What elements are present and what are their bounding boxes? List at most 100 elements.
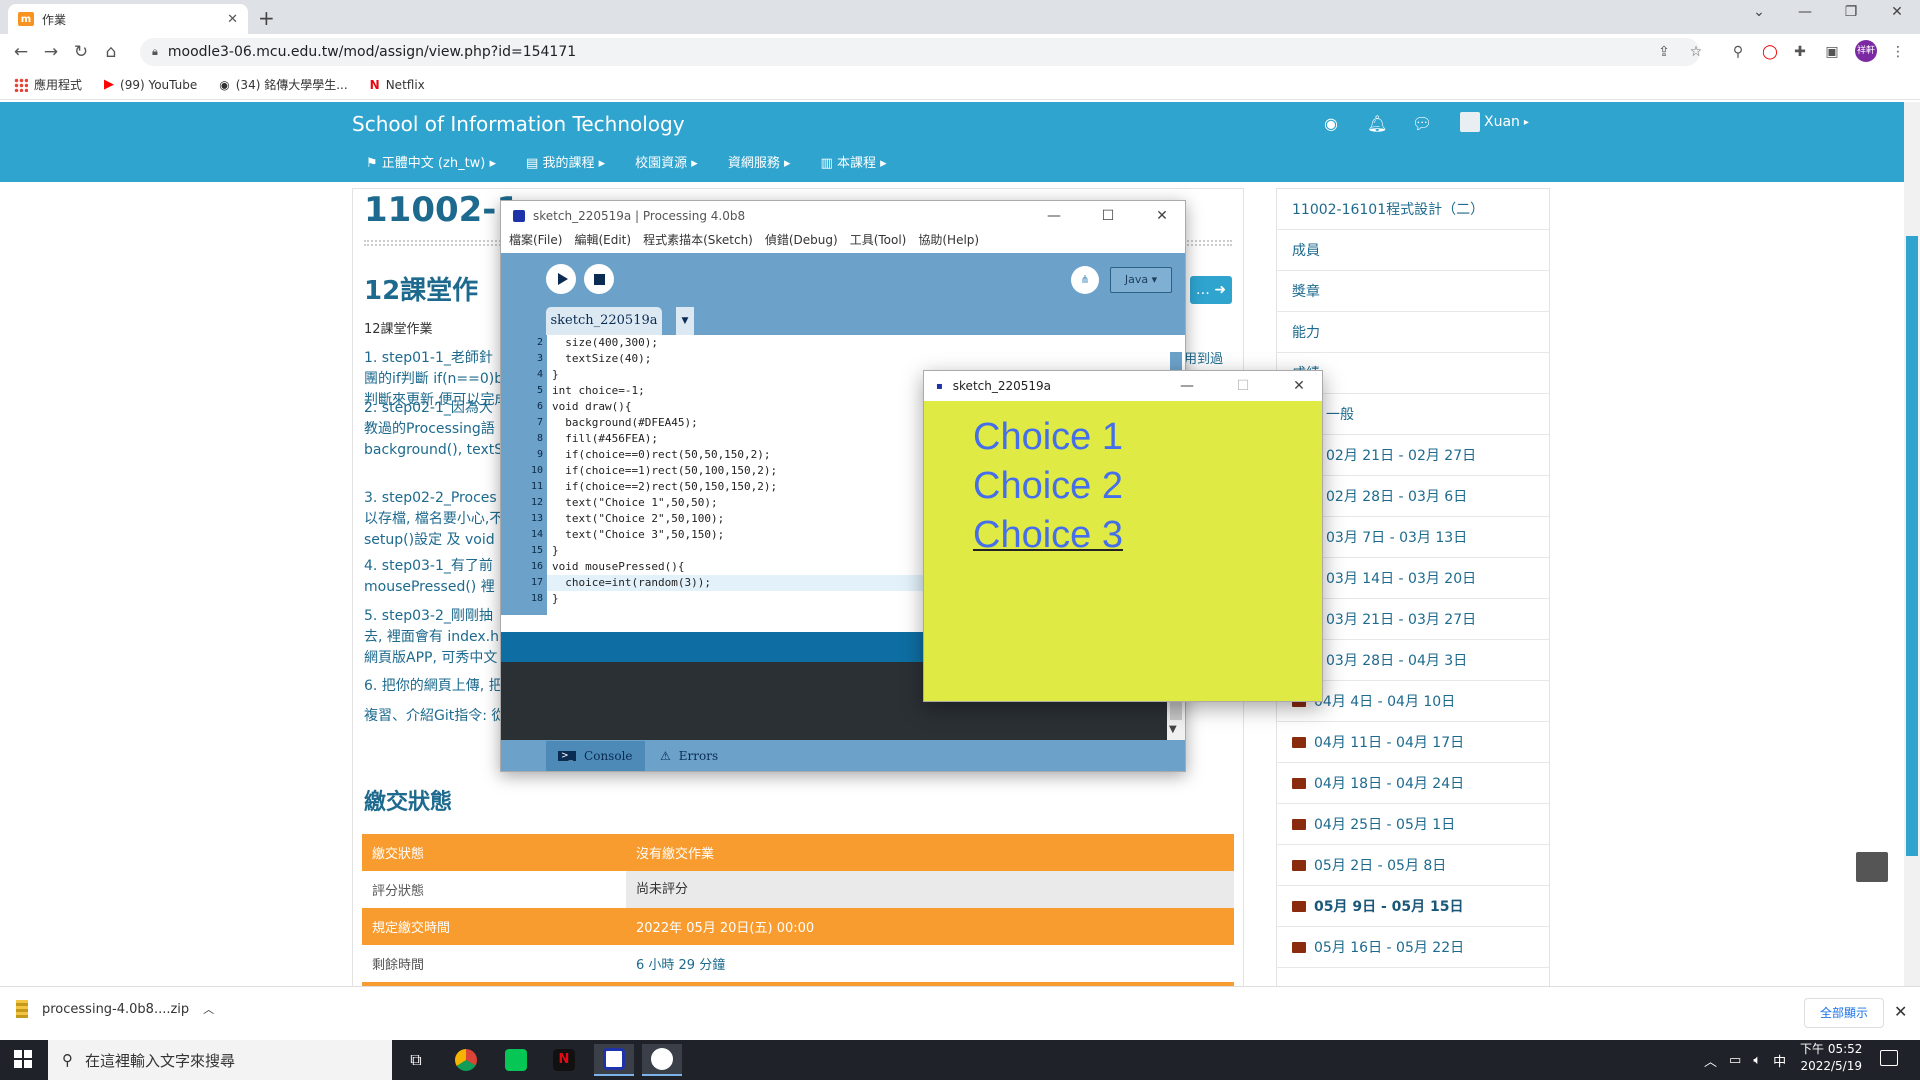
code-line[interactable]: if(choice==2)rect(50,150,150,2); [552, 479, 777, 495]
menu-language[interactable]: ⚑ 正體中文 (zh_tw) ▸ [366, 152, 496, 171]
tray-chevron-icon[interactable]: ︿ [1704, 1051, 1717, 1070]
run-button[interactable] [546, 264, 576, 294]
menu-file[interactable]: 檔案(File) [509, 231, 562, 253]
maximize-icon[interactable]: ☐ [1220, 378, 1266, 394]
sidebar-item[interactable]: 05月 16日 - 05月 22日 [1276, 927, 1550, 968]
bookmark-star-icon[interactable]: ☆ [1684, 40, 1708, 64]
taskbar-search[interactable]: ⚲ 在這裡輸入文字來搜尋 [48, 1040, 392, 1080]
processing-taskbar-icon[interactable] [594, 1044, 634, 1076]
code-line[interactable]: size(400,300); [552, 335, 658, 351]
close-icon[interactable]: ✕ [1894, 1002, 1907, 1021]
code-line[interactable]: void mousePressed(){ [552, 559, 684, 575]
code-line[interactable]: textSize(40); [552, 351, 651, 367]
code-line[interactable]: fill(#456FEA); [552, 431, 658, 447]
notification-icon[interactable] [1880, 1050, 1898, 1066]
chevron-up-icon[interactable]: ︿ [203, 1001, 214, 1017]
windows-start-icon[interactable] [14, 1050, 32, 1068]
minimize-icon[interactable]: — [1164, 378, 1210, 394]
extension-icon[interactable]: ⚲ [1726, 40, 1750, 64]
sketch-taskbar-icon[interactable] [642, 1044, 682, 1076]
line-icon[interactable] [496, 1044, 536, 1076]
bookmark-apps[interactable]: 應用程式 [14, 76, 82, 93]
scroll-down-icon[interactable]: ▼ [1169, 724, 1177, 735]
volume-icon[interactable]: 🔈︎ [1753, 1053, 1761, 1068]
sidebar-item[interactable]: 04月 11日 - 04月 17日 [1276, 722, 1550, 763]
target-icon[interactable]: ◉ [1324, 114, 1338, 133]
minimize-icon[interactable]: — [1031, 208, 1077, 224]
new-tab-icon[interactable]: + [258, 6, 275, 30]
menu-tool[interactable]: 工具(Tool) [850, 231, 907, 253]
back-icon[interactable]: ← [6, 42, 36, 62]
download-item[interactable]: processing-4.0b8....zip ︿ [16, 1000, 214, 1018]
code-line[interactable]: } [552, 591, 559, 607]
page-scrollbar-thumb[interactable] [1906, 236, 1918, 856]
bookmark-mcu[interactable]: ◉ (34) 銘傳大學學生... [219, 76, 347, 93]
show-all-button[interactable]: 全部顯示 [1804, 998, 1884, 1028]
menu-edit[interactable]: 編輯(Edit) [574, 231, 631, 253]
sidepanel-icon[interactable]: ▣ [1820, 40, 1844, 64]
console-tab[interactable]: >_ Console [546, 741, 645, 771]
tab-search-icon[interactable]: ⌄ [1736, 4, 1782, 20]
sidebar-item[interactable]: 05月 9日 - 05月 15日 [1276, 886, 1550, 927]
code-line[interactable]: text("Choice 1",50,50); [552, 495, 717, 511]
code-line[interactable]: void draw(){ [552, 399, 631, 415]
ime-indicator[interactable]: 中 [1773, 1051, 1786, 1070]
code-line[interactable]: text("Choice 3",50,150); [552, 527, 724, 543]
code-line[interactable]: if(choice==1)rect(50,100,150,2); [552, 463, 777, 479]
code-line[interactable]: choice=int(random(3)); [552, 575, 711, 591]
tab-close-icon[interactable]: ✕ [227, 12, 238, 27]
minimize-icon[interactable]: — [1782, 4, 1828, 20]
bookmark-youtube[interactable]: ▶ (99) YouTube [104, 77, 197, 92]
sidebar-item[interactable]: 成員 [1276, 230, 1550, 271]
sidebar-item[interactable]: 11002-16101程式設計（二） [1276, 189, 1550, 230]
console-scrollbar-thumb[interactable] [1170, 700, 1182, 720]
tab-menu-icon[interactable]: ▼ [676, 307, 694, 335]
code-line[interactable]: background(#DFEA45); [552, 415, 697, 431]
bookmark-netflix[interactable]: N Netflix [370, 78, 425, 92]
site-name[interactable]: School of Information Technology [352, 112, 685, 136]
mode-selector[interactable]: Java ▾ [1110, 267, 1172, 293]
menu-services[interactable]: 資網服務 ▸ [728, 152, 791, 171]
task-view-icon[interactable]: ⧉ [396, 1044, 436, 1076]
menu-this-course[interactable]: ▥ 本課程 ▸ [821, 152, 887, 171]
debug-icon[interactable]: ⋔ [1071, 266, 1099, 294]
home-icon[interactable]: ⌂ [96, 42, 126, 62]
menu-kebab-icon[interactable]: ⋮ [1886, 40, 1910, 64]
share-icon[interactable]: ⇪ [1652, 40, 1676, 64]
battery-icon[interactable]: ▭ [1729, 1053, 1741, 1068]
clock[interactable]: 下午 05:52 2022/5/19 [1800, 1041, 1862, 1075]
menu-my-courses[interactable]: ▤ 我的課程 ▸ [526, 152, 605, 171]
forward-icon[interactable]: → [36, 42, 66, 62]
chrome-icon[interactable] [446, 1044, 486, 1076]
code-line[interactable]: } [552, 543, 559, 559]
menu-help[interactable]: 協助(Help) [918, 231, 979, 253]
enter-button[interactable]: … ➜ [1190, 276, 1232, 304]
code-line[interactable]: } [552, 367, 559, 383]
opera-icon[interactable]: ◯ [1758, 40, 1782, 64]
user-menu[interactable]: Xuan ▸ [1460, 112, 1529, 132]
code-line[interactable]: if(choice==0)rect(50,50,150,2); [552, 447, 770, 463]
profile-avatar[interactable]: 祥軒 [1855, 40, 1877, 62]
menu-sketch[interactable]: 程式素描本(Sketch) [643, 231, 753, 253]
errors-tab[interactable]: ⚠ Errors [648, 741, 730, 771]
restore-icon[interactable]: ❐ [1828, 4, 1874, 20]
code-line[interactable]: text("Choice 2",50,100); [552, 511, 724, 527]
code-line[interactable]: int choice=-1; [552, 383, 645, 399]
window-close-icon[interactable]: ✕ [1874, 4, 1920, 20]
editor-tab[interactable]: sketch_220519a [546, 307, 662, 335]
chat-icon[interactable]: 💬︎ [1412, 114, 1432, 133]
sidebar-item[interactable]: 獎章 [1276, 271, 1550, 312]
close-icon[interactable]: ✕ [1276, 378, 1322, 394]
stop-button[interactable] [584, 264, 614, 294]
sidebar-item[interactable]: 05月 2日 - 05月 8日 [1276, 845, 1550, 886]
netflix-icon[interactable]: N [544, 1044, 584, 1076]
maximize-icon[interactable]: ☐ [1085, 208, 1131, 224]
menu-campus[interactable]: 校園資源 ▸ [635, 152, 698, 171]
close-icon[interactable]: ✕ [1139, 208, 1185, 224]
reload-icon[interactable]: ↻ [66, 42, 96, 62]
sidebar-item[interactable]: 能力 [1276, 312, 1550, 353]
sidebar-item[interactable]: 04月 18日 - 04月 24日 [1276, 763, 1550, 804]
sidebar-item[interactable]: 04月 25日 - 05月 1日 [1276, 804, 1550, 845]
scroll-top-button[interactable] [1856, 852, 1888, 882]
address-bar[interactable]: 🔒︎ moodle3-06.mcu.edu.tw/mod/assign/view… [140, 38, 1700, 66]
